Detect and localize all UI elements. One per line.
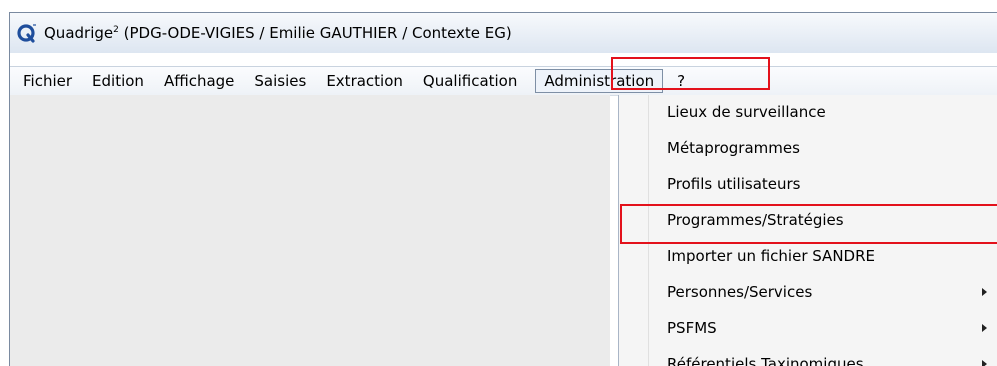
menu-item-label: Programmes/Stratégies bbox=[667, 211, 844, 229]
administration-dropdown-menu: Lieux de surveillance Métaprogrammes Pro… bbox=[618, 95, 997, 366]
app-window: Quadrige2 (PDG-ODE-VIGIES / Emilie GAUTH… bbox=[9, 12, 997, 366]
menu-item-label: Importer un fichier SANDRE bbox=[667, 247, 875, 265]
menu-item-importer-fichier-sandre[interactable]: Importer un fichier SANDRE bbox=[619, 239, 997, 273]
menu-item-profils-utilisateurs[interactable]: Profils utilisateurs bbox=[619, 167, 997, 201]
submenu-arrow-icon bbox=[982, 324, 987, 332]
menu-extraction[interactable]: Extraction bbox=[316, 69, 413, 93]
window-title: Quadrige2 (PDG-ODE-VIGIES / Emilie GAUTH… bbox=[44, 24, 512, 42]
menu-administration[interactable]: Administration bbox=[535, 69, 664, 93]
submenu-arrow-icon bbox=[982, 360, 987, 366]
menu-edition[interactable]: Edition bbox=[82, 69, 154, 93]
workspace-area bbox=[10, 95, 610, 366]
menu-saisies[interactable]: Saisies bbox=[244, 69, 316, 93]
menu-item-label: Profils utilisateurs bbox=[667, 175, 801, 193]
app-name: Quadrige bbox=[44, 24, 114, 42]
window-title-context: (PDG-ODE-VIGIES / Emilie GAUTHIER / Cont… bbox=[118, 24, 512, 42]
title-bar[interactable]: Quadrige2 (PDG-ODE-VIGIES / Emilie GAUTH… bbox=[10, 13, 997, 53]
menu-item-label: Personnes/Services bbox=[667, 283, 813, 301]
menu-item-programmes-strategies[interactable]: Programmes/Stratégies bbox=[619, 203, 997, 237]
menu-qualification[interactable]: Qualification bbox=[413, 69, 527, 93]
menu-item-personnes-services[interactable]: Personnes/Services bbox=[619, 275, 997, 309]
submenu-arrow-icon bbox=[982, 288, 987, 296]
menu-item-metaprogrammes[interactable]: Métaprogrammes bbox=[619, 131, 997, 165]
menu-item-label: PSFMS bbox=[667, 319, 717, 337]
menu-help[interactable]: ? bbox=[667, 69, 695, 93]
quadrige-q-icon bbox=[16, 22, 38, 44]
menu-item-label: Lieux de surveillance bbox=[667, 103, 826, 121]
menu-item-label: Métaprogrammes bbox=[667, 139, 800, 157]
menu-affichage[interactable]: Affichage bbox=[154, 69, 244, 93]
menu-item-psfms[interactable]: PSFMS bbox=[619, 311, 997, 345]
menu-fichier[interactable]: Fichier bbox=[10, 69, 82, 93]
menu-item-lieux-de-surveillance[interactable]: Lieux de surveillance bbox=[619, 95, 997, 129]
menu-item-label: Référentiels Taxinomiques bbox=[667, 355, 864, 366]
menu-item-referentiels-taxinomiques[interactable]: Référentiels Taxinomiques bbox=[619, 347, 997, 366]
menu-bar: Fichier Edition Affichage Saisies Extrac… bbox=[10, 66, 997, 96]
